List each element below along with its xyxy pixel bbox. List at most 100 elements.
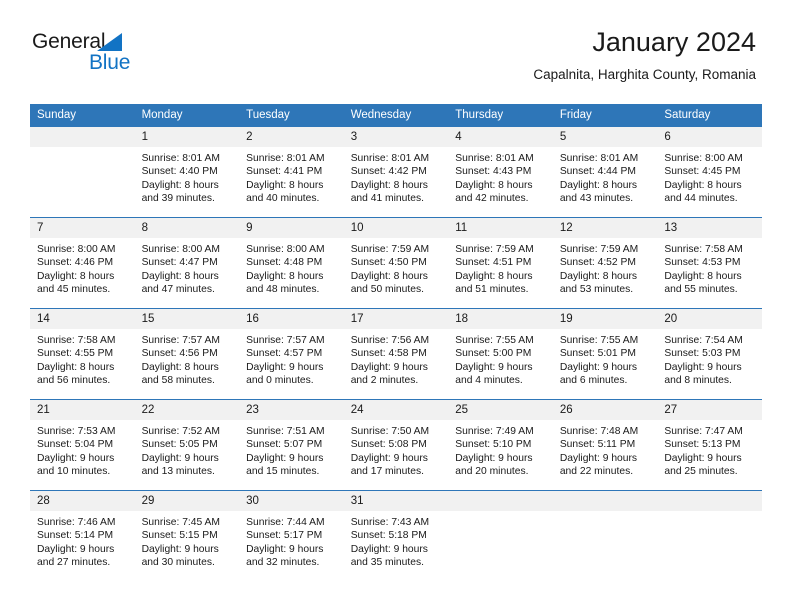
sunrise-text: Sunrise: 7:56 AM (350, 335, 430, 346)
daylight-text-line1: Daylight: 9 hours (246, 452, 324, 464)
daylight-text-line2: and 6 minutes. (559, 375, 628, 387)
day-details: Sunrise: 7:44 AM Sunset: 5:17 PM Daylight:… (239, 511, 344, 570)
calendar-day-cell-empty (30, 126, 135, 218)
day-details: Sunrise: 8:01 AM Sunset: 4:42 PM Daylight:… (344, 147, 449, 206)
daylight-text-line1: Daylight: 8 hours (350, 179, 428, 191)
sunrise-text: Sunrise: 7:52 AM (141, 426, 220, 437)
daylight-text-line2: and 4 minutes. (455, 375, 523, 387)
sunrise-text: Sunrise: 7:58 AM (664, 244, 743, 255)
day-number: 5 (552, 127, 658, 147)
daylight-text-line1: Daylight: 8 hours (664, 270, 742, 282)
page-title: January 2024 (592, 27, 756, 57)
sunset-text: Sunset: 5:00 PM (455, 348, 532, 360)
calendar-day-cell[interactable]: 29 Sunrise: 7:45 AM Sunset: 5:15 PM Dayligh… (134, 490, 240, 581)
day-details: Sunrise: 7:43 AM Sunset: 5:18 PM Daylight:… (344, 511, 449, 570)
sunset-text: Sunset: 5:03 PM (664, 348, 741, 360)
calendar-day-cell[interactable]: 3 Sunrise: 8:01 AM Sunset: 4:42 PM Daylight… (343, 126, 449, 218)
calendar-day-cell[interactable]: 23 Sunrise: 7:51 AM Sunset: 5:07 PM Dayligh… (239, 399, 344, 491)
daylight-text-line1: Daylight: 9 hours (559, 452, 638, 464)
logo-text-blue: Blue (89, 51, 131, 74)
calendar-day-cell[interactable]: 31 Sunrise: 7:43 AM Sunset: 5:18 PM Dayligh… (343, 490, 449, 581)
sunrise-text: Sunrise: 8:01 AM (246, 153, 325, 164)
sunset-text: Sunset: 4:58 PM (350, 348, 427, 360)
day-cell-inner: 12 Sunrise: 7:59 AM Sunset: 4:52 PM Dayligh… (552, 218, 658, 308)
calendar-day-cell[interactable]: 10 Sunrise: 7:59 AM Sunset: 4:50 PM Dayligh… (343, 217, 449, 309)
day-number: 6 (657, 127, 762, 147)
day-number: 15 (134, 309, 240, 329)
day-cell-inner: 17 Sunrise: 7:56 AM Sunset: 4:58 PM Dayligh… (343, 309, 449, 399)
calendar-day-cell[interactable]: 19 Sunrise: 7:55 AM Sunset: 5:01 PM Dayligh… (552, 308, 658, 400)
calendar-day-cell[interactable]: 13 Sunrise: 7:58 AM Sunset: 4:53 PM Dayligh… (657, 217, 762, 309)
day-cell-inner: 22 Sunrise: 7:52 AM Sunset: 5:05 PM Dayligh… (134, 400, 240, 490)
calendar-table: Sunday Monday Tuesday Wednesday Thursday… (30, 104, 762, 581)
calendar-day-cell[interactable]: 5 Sunrise: 8:01 AM Sunset: 4:44 PM Daylight… (552, 126, 658, 218)
daylight-text-line1: Daylight: 8 hours (350, 270, 428, 282)
calendar-day-cell[interactable]: 7 Sunrise: 8:00 AM Sunset: 4:46 PM Daylight… (30, 217, 135, 309)
calendar-day-cell[interactable]: 8 Sunrise: 8:00 AM Sunset: 4:47 PM Daylight… (134, 217, 240, 309)
day-cell-inner: 20 Sunrise: 7:54 AM Sunset: 5:03 PM Dayligh… (657, 309, 762, 399)
sunset-text: Sunset: 5:17 PM (246, 530, 323, 542)
daylight-text-line2: and 35 minutes. (350, 557, 424, 569)
calendar-day-cell-empty (657, 490, 762, 581)
day-cell-inner: 5 Sunrise: 8:01 AM Sunset: 4:44 PM Daylight… (552, 127, 658, 217)
calendar-day-cell[interactable]: 28 Sunrise: 7:46 AM Sunset: 5:14 PM Dayligh… (30, 490, 135, 581)
day-cell-inner: 4 Sunrise: 8:01 AM Sunset: 4:43 PM Daylight… (448, 127, 553, 217)
calendar-day-cell[interactable]: 11 Sunrise: 7:59 AM Sunset: 4:51 PM Dayligh… (448, 217, 553, 309)
daylight-text-line1: Daylight: 8 hours (559, 270, 638, 282)
day-cell-inner: 2 Sunrise: 8:01 AM Sunset: 4:41 PM Daylight… (239, 127, 344, 217)
sunrise-text: Sunrise: 7:59 AM (455, 244, 534, 255)
day-number: 3 (343, 127, 449, 147)
sunset-text: Sunset: 4:46 PM (37, 257, 114, 269)
daylight-text-line1: Daylight: 9 hours (350, 543, 428, 555)
sunrise-text: Sunrise: 7:43 AM (350, 517, 430, 528)
calendar-day-cell[interactable]: 2 Sunrise: 8:01 AM Sunset: 4:41 PM Daylight… (239, 126, 344, 218)
location-subtitle: Capalnita, Harghita County, Romania (533, 67, 756, 82)
calendar-day-cell[interactable]: 30 Sunrise: 7:44 AM Sunset: 5:17 PM Dayligh… (239, 490, 344, 581)
daylight-text-line2: and 41 minutes. (350, 193, 424, 205)
daylight-text-line2: and 17 minutes. (350, 466, 424, 478)
calendar-day-cell[interactable]: 9 Sunrise: 8:00 AM Sunset: 4:48 PM Daylight… (239, 217, 344, 309)
calendar-day-cell[interactable]: 21 Sunrise: 7:53 AM Sunset: 5:04 PM Dayligh… (30, 399, 135, 491)
day-number: 26 (552, 400, 658, 420)
day-details: Sunrise: 7:47 AM Sunset: 5:13 PM Daylight:… (657, 420, 762, 479)
calendar-day-cell[interactable]: 16 Sunrise: 7:57 AM Sunset: 4:57 PM Dayligh… (239, 308, 344, 400)
day-details: Sunrise: 8:00 AM Sunset: 4:47 PM Daylight:… (135, 238, 240, 297)
day-number: 2 (239, 127, 344, 147)
calendar-day-cell[interactable]: 6 Sunrise: 8:00 AM Sunset: 4:45 PM Daylight… (657, 126, 762, 218)
daylight-text-line2: and 25 minutes. (664, 466, 738, 478)
weekday-header-thursday: Thursday (448, 104, 553, 127)
day-cell-inner: 25 Sunrise: 7:49 AM Sunset: 5:10 PM Dayligh… (448, 400, 553, 490)
day-details: Sunrise: 7:48 AM Sunset: 5:11 PM Daylight:… (553, 420, 658, 479)
daylight-text-line2: and 58 minutes. (141, 375, 215, 387)
calendar-day-cell[interactable]: 12 Sunrise: 7:59 AM Sunset: 4:52 PM Dayligh… (552, 217, 658, 309)
sunrise-text: Sunrise: 7:54 AM (664, 335, 743, 346)
day-number (30, 127, 135, 147)
day-number: 28 (30, 491, 135, 511)
day-number: 31 (343, 491, 449, 511)
calendar-day-cell[interactable]: 25 Sunrise: 7:49 AM Sunset: 5:10 PM Dayligh… (448, 399, 553, 491)
weekday-header-friday: Friday (552, 104, 658, 127)
daylight-text-line2: and 45 minutes. (37, 284, 111, 296)
calendar-day-cell[interactable]: 4 Sunrise: 8:01 AM Sunset: 4:43 PM Daylight… (448, 126, 553, 218)
day-details: Sunrise: 7:55 AM Sunset: 5:01 PM Daylight:… (553, 329, 658, 388)
daylight-text-line1: Daylight: 8 hours (37, 361, 115, 373)
calendar-day-cell[interactable]: 18 Sunrise: 7:55 AM Sunset: 5:00 PM Dayligh… (448, 308, 553, 400)
day-number: 18 (448, 309, 553, 329)
sunrise-text: Sunrise: 8:00 AM (246, 244, 325, 255)
daylight-text-line2: and 32 minutes. (246, 557, 320, 569)
logo-triangle-icon (97, 33, 122, 51)
calendar-day-cell[interactable]: 17 Sunrise: 7:56 AM Sunset: 4:58 PM Dayligh… (343, 308, 449, 400)
calendar-day-cell[interactable]: 27 Sunrise: 7:47 AM Sunset: 5:13 PM Dayligh… (657, 399, 762, 491)
day-cell-inner: 26 Sunrise: 7:48 AM Sunset: 5:11 PM Dayligh… (552, 400, 658, 490)
day-details: Sunrise: 8:01 AM Sunset: 4:44 PM Daylight:… (553, 147, 658, 206)
calendar-day-cell[interactable]: 26 Sunrise: 7:48 AM Sunset: 5:11 PM Dayligh… (552, 399, 658, 491)
daylight-text-line2: and 50 minutes. (350, 284, 424, 296)
day-details: Sunrise: 7:55 AM Sunset: 5:00 PM Daylight:… (448, 329, 553, 388)
calendar-day-cell[interactable]: 1 Sunrise: 8:01 AM Sunset: 4:40 PM Daylight… (134, 126, 240, 218)
day-cell-inner (552, 491, 658, 581)
calendar-day-cell[interactable]: 20 Sunrise: 7:54 AM Sunset: 5:03 PM Dayligh… (657, 308, 762, 400)
calendar-day-cell[interactable]: 22 Sunrise: 7:52 AM Sunset: 5:05 PM Dayligh… (134, 399, 240, 491)
calendar-day-cell[interactable]: 14 Sunrise: 7:58 AM Sunset: 4:55 PM Dayligh… (30, 308, 135, 400)
calendar-day-cell[interactable]: 15 Sunrise: 7:57 AM Sunset: 4:56 PM Dayligh… (134, 308, 240, 400)
calendar-day-cell[interactable]: 24 Sunrise: 7:50 AM Sunset: 5:08 PM Dayligh… (343, 399, 449, 491)
